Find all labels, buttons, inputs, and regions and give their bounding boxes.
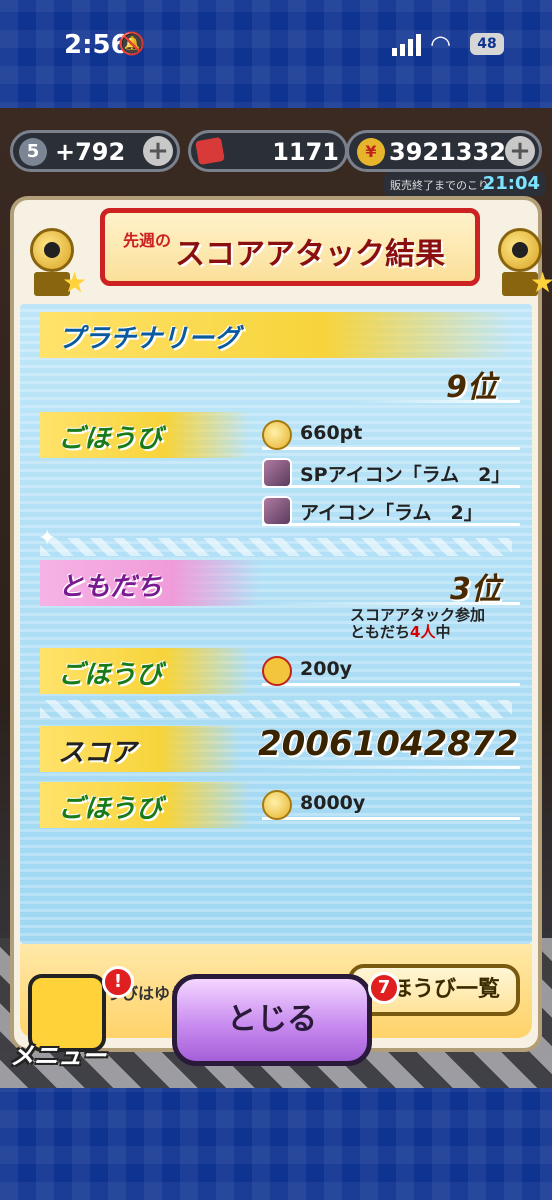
wifi-icon: ◠ xyxy=(430,30,451,58)
league-label: プラチナリーグ xyxy=(58,324,241,354)
ticket-icon xyxy=(195,136,225,166)
money-icon xyxy=(262,656,292,686)
banner-title: スコアアタック結果 xyxy=(175,237,445,272)
friends-note-line2: ともだち4人中 xyxy=(350,624,485,641)
sparkle-icon: ✦ xyxy=(38,526,57,551)
result-panel: プラチナリーグ 9位 ごほうび 660pt SPアイコン「ラム 2」 アイコン「… xyxy=(10,196,552,1052)
reward-text: SPアイコン「ラム 2」 xyxy=(300,464,511,486)
energy-value: +792 xyxy=(55,138,126,166)
menu-button[interactable]: メニュー ! xyxy=(10,966,134,1078)
score-bar: スコア xyxy=(40,726,240,772)
friends-reward-bar: ごほうび xyxy=(40,648,250,694)
reward-text: アイコン「ラム 2」 xyxy=(300,502,483,524)
ticket-counter: 1171 xyxy=(188,130,348,172)
score-line xyxy=(260,766,520,769)
reward-text: 200y xyxy=(300,658,353,680)
league-reward-3: アイコン「ラム 2」 xyxy=(262,494,520,526)
coin-icon xyxy=(262,420,292,450)
menu-alert-badge: ! xyxy=(102,966,134,998)
silent-bell-icon: 🔕 xyxy=(118,32,146,57)
friends-label: ともだち xyxy=(58,572,163,602)
close-button[interactable]: とじる xyxy=(172,974,372,1066)
top-hud: 5 +792 + 1171 ¥ 3921332 + xyxy=(10,130,542,172)
friends-note: スコアアタック参加 ともだち4人中 xyxy=(350,607,485,641)
add-money-button[interactable]: + xyxy=(505,136,535,166)
league-reward-bar: ごほうび xyxy=(40,412,250,458)
league-bar: プラチナリーグ xyxy=(40,312,512,358)
friends-bar: ともだち xyxy=(40,560,260,606)
signal-icon xyxy=(392,34,421,56)
reward-text: 8000y xyxy=(300,792,366,814)
reward-text: 660pt xyxy=(300,422,363,444)
money-value: 3921332 xyxy=(389,138,506,166)
league-reward-1: 660pt xyxy=(262,418,520,450)
menu-label: メニュー xyxy=(10,1042,106,1070)
league-reward-2: SPアイコン「ラム 2」 xyxy=(262,456,520,488)
friends-note-post: 中 xyxy=(435,623,451,641)
friends-reward-label: ごほうび xyxy=(58,660,163,690)
score-reward-item: 8000y xyxy=(262,788,520,820)
level-badge: 5 xyxy=(19,138,47,166)
friends-rank-line xyxy=(260,602,520,605)
result-body: プラチナリーグ 9位 ごほうび 660pt SPアイコン「ラム 2」 アイコン「… xyxy=(20,304,532,944)
score-reward-bar: ごほうび xyxy=(40,782,250,828)
score-reward-label: ごほうび xyxy=(58,794,163,824)
avatar-icon xyxy=(262,496,292,526)
avatar-icon xyxy=(262,458,292,488)
trophy-icon: ★ xyxy=(6,210,94,302)
title-banner: 先週の スコアアタック結果 xyxy=(100,208,480,286)
friends-note-pre: ともだち xyxy=(350,623,411,641)
sale-time: 21:04 xyxy=(482,173,540,194)
league-reward-label: ごほうび xyxy=(58,424,163,454)
section-divider xyxy=(40,538,512,556)
add-energy-button[interactable]: + xyxy=(143,136,173,166)
banner-prefix: 先週の xyxy=(123,231,172,250)
ticket-value: 1171 xyxy=(272,138,339,166)
notification-badge: 7 xyxy=(368,972,400,1004)
friends-reward-item: 200y xyxy=(262,654,520,686)
energy-counter: 5 +792 + xyxy=(10,130,180,172)
battery-indicator: 48 xyxy=(470,33,504,55)
trophy-icon: ★ xyxy=(474,210,552,302)
score-label: スコア xyxy=(58,738,137,768)
section-divider xyxy=(40,700,512,718)
score-value: 20061042872 xyxy=(258,724,519,764)
status-bar: 2:56 🔕 ◠ 48 xyxy=(0,0,552,92)
money-counter: ¥ 3921332 + xyxy=(346,130,542,172)
sale-label: 販売終了までのこり xyxy=(390,179,489,192)
money-icon: ¥ xyxy=(357,138,385,166)
money-bag-icon xyxy=(262,790,292,820)
game-scene: 5 +792 + 1171 ¥ 3921332 + 販売終了までのこり 21:0… xyxy=(0,108,552,1088)
sale-timer: 販売終了までのこり 21:04 xyxy=(384,172,546,196)
friends-note-line1: スコアアタック参加 xyxy=(350,606,486,624)
friends-note-count: 4人 xyxy=(410,623,436,641)
league-rank-line xyxy=(350,400,520,403)
